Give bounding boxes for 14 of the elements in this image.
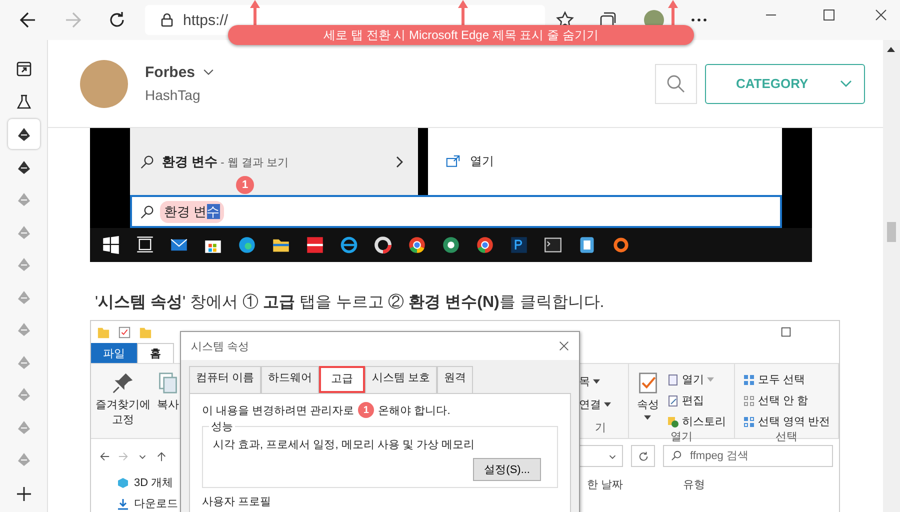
annotation-tooltip: 세로 탭 전환 시 Microsoft Edge 제목 표시 줄 숨기기 bbox=[228, 25, 694, 45]
group-label: 기 bbox=[594, 421, 608, 435]
step-badge: 1 bbox=[358, 402, 374, 418]
group-title: 사용자 프로필 bbox=[202, 495, 272, 509]
site-name: HashTag bbox=[145, 87, 202, 103]
dialog-title: 시스템 속성 bbox=[191, 340, 250, 354]
selected-text: 수 bbox=[206, 204, 220, 218]
group-label: 선택 bbox=[774, 430, 798, 444]
group-description: 시각 효과, 프로세서 일정, 메모리 사용 및 가상 메모리 bbox=[213, 438, 476, 452]
group-title: 성능 bbox=[209, 419, 235, 434]
notice-text: 이 내용을 변경하려면 관리자로 bbox=[202, 404, 354, 418]
group-label: 열기 bbox=[669, 430, 694, 444]
instruction-text: '시스템 속성' 창에서 ① 고급 탭을 누르고 ② 환경 변수(N)를 클릭합니다. bbox=[95, 293, 606, 312]
notice-text: 온해야 합니다. bbox=[378, 404, 450, 418]
